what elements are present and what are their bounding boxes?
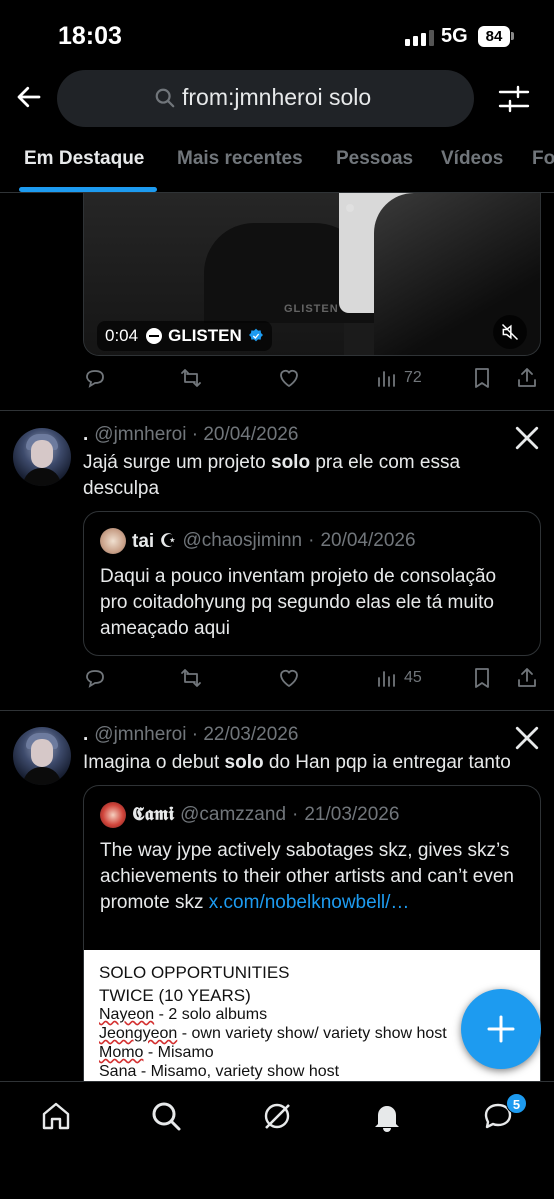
doc-subtitle: TWICE (10 YEARS) bbox=[99, 986, 251, 1005]
plus-icon bbox=[487, 1015, 515, 1043]
bookmark-button[interactable] bbox=[470, 666, 494, 690]
messages-badge: 5 bbox=[506, 1093, 527, 1114]
doc-line: Momo - Misamo bbox=[99, 1044, 214, 1061]
quoted-post-header: tai ☪ @chaosjiminn · 20/04/2026 bbox=[100, 528, 416, 554]
bookmark-icon bbox=[475, 368, 489, 388]
quoted-user-name: 𝕮𝖆𝖒𝖎 bbox=[132, 804, 175, 825]
doc-title: SOLO OPPORTUNITIES bbox=[99, 963, 290, 982]
signal-icon bbox=[405, 30, 434, 46]
quoted-post-text: Daqui a pouco inventam projeto de consol… bbox=[100, 566, 497, 639]
battery-nub bbox=[511, 32, 514, 40]
grok-icon[interactable] bbox=[261, 1100, 293, 1132]
verified-badge-icon bbox=[248, 328, 263, 342]
back-arrow-icon[interactable] bbox=[14, 82, 44, 112]
tab-fotos[interactable]: Fo bbox=[532, 148, 554, 170]
compose-post-button[interactable] bbox=[461, 989, 541, 1069]
post-text: Jajá surge um projeto solo pra ele com e… bbox=[83, 452, 461, 499]
repost-icon bbox=[181, 369, 201, 387]
user-handle[interactable]: @jmnheroi bbox=[94, 724, 186, 745]
avatar[interactable] bbox=[13, 428, 71, 486]
user-handle[interactable]: @jmnheroi bbox=[94, 424, 186, 445]
user-name-dot[interactable]: . bbox=[83, 424, 88, 445]
search-nav-icon[interactable] bbox=[150, 1100, 182, 1132]
battery-icon: 84 bbox=[478, 26, 510, 47]
user-name-dot[interactable]: . bbox=[83, 724, 88, 745]
repost-icon bbox=[181, 669, 201, 687]
muted-speaker-icon bbox=[501, 323, 519, 341]
views-button[interactable]: 45 bbox=[374, 666, 422, 690]
heart-icon bbox=[280, 669, 298, 688]
video-watermark: GLISTEN bbox=[284, 303, 339, 315]
quoted-user-name: tai ☪ bbox=[132, 530, 177, 552]
reply-button[interactable] bbox=[83, 366, 107, 390]
home-icon[interactable] bbox=[40, 1100, 72, 1132]
post-header: . @jmnheroi · 20/04/2026 bbox=[83, 424, 299, 445]
views-icon bbox=[378, 671, 395, 687]
doc-line: Jeongyeon - own variety show/ variety sh… bbox=[99, 1025, 447, 1042]
doc-line: Sana - Misamo, variety show host bbox=[99, 1063, 340, 1080]
quoted-avatar bbox=[100, 802, 126, 828]
share-icon bbox=[518, 668, 536, 687]
quoted-post[interactable]: tai ☪ @chaosjiminn · 20/04/2026 Daqui a … bbox=[83, 511, 541, 656]
video-duration: 0:04 bbox=[105, 326, 139, 345]
quoted-post-date: 21/03/2026 bbox=[304, 804, 400, 825]
views-count: 72 bbox=[404, 369, 422, 386]
post-actions: 45 bbox=[83, 666, 541, 696]
post-date: 20/04/2026 bbox=[203, 424, 299, 445]
bottom-navigation bbox=[0, 1081, 554, 1199]
post-divider bbox=[0, 710, 554, 711]
video-source: GLISTEN bbox=[168, 326, 242, 345]
quoted-user-handle: @camzzand bbox=[180, 804, 287, 825]
share-icon bbox=[518, 368, 536, 387]
post-text: Imagina o debut solo do Han pqp ia entre… bbox=[83, 752, 511, 773]
filter-settings-icon[interactable] bbox=[498, 84, 530, 114]
like-button[interactable] bbox=[277, 666, 301, 690]
quoted-post-text: The way jype actively sabotages skz, giv… bbox=[100, 840, 515, 913]
video-info-badge: 0:04 GLISTEN bbox=[97, 321, 272, 351]
share-button[interactable] bbox=[515, 366, 539, 390]
reply-icon bbox=[86, 370, 104, 388]
search-input[interactable]: from:jmnheroi solo bbox=[182, 84, 371, 111]
status-time: 18:03 bbox=[58, 22, 122, 50]
bookmark-icon bbox=[475, 668, 489, 688]
source-avatar-icon bbox=[146, 328, 163, 344]
post-date: 22/03/2026 bbox=[203, 724, 299, 745]
tab-pessoas[interactable]: Pessoas bbox=[336, 148, 413, 170]
share-button[interactable] bbox=[515, 666, 539, 690]
tab-em-destaque[interactable]: Em Destaque bbox=[24, 148, 144, 170]
views-count: 45 bbox=[404, 669, 422, 686]
post-actions: 72 bbox=[83, 366, 541, 396]
quoted-avatar bbox=[100, 528, 126, 554]
views-button[interactable]: 72 bbox=[374, 366, 422, 390]
quoted-post-link[interactable]: x.com/nobelknowbell/… bbox=[209, 892, 410, 913]
tab-mais-recentes[interactable]: Mais recentes bbox=[177, 148, 303, 170]
x-logo-icon bbox=[515, 426, 539, 450]
search-tabs: Em Destaque Mais recentes Pessoas Vídeos… bbox=[0, 148, 554, 192]
post-header: . @jmnheroi · 22/03/2026 bbox=[83, 724, 299, 745]
heart-icon bbox=[280, 369, 298, 388]
repost-button[interactable] bbox=[179, 666, 203, 690]
reply-icon bbox=[86, 670, 104, 688]
quoted-user-handle: @chaosjiminn bbox=[182, 530, 303, 551]
doc-line: Nayeon - 2 solo albums bbox=[99, 1006, 268, 1023]
bookmark-button[interactable] bbox=[470, 366, 494, 390]
reply-button[interactable] bbox=[83, 666, 107, 690]
quoted-post-header: 𝕮𝖆𝖒𝖎 @camzzand · 21/03/2026 bbox=[100, 802, 399, 828]
views-icon bbox=[378, 371, 395, 387]
tab-videos[interactable]: Vídeos bbox=[441, 148, 503, 170]
repost-button[interactable] bbox=[179, 366, 203, 390]
avatar[interactable] bbox=[13, 727, 71, 785]
mute-button[interactable] bbox=[493, 315, 527, 349]
quoted-post-date: 20/04/2026 bbox=[320, 530, 416, 551]
like-button[interactable] bbox=[277, 366, 301, 390]
video-frame-button bbox=[346, 204, 354, 212]
network-label: 5G bbox=[441, 25, 468, 47]
x-logo-icon bbox=[515, 726, 539, 750]
post-divider bbox=[0, 410, 554, 411]
search-icon bbox=[155, 88, 175, 108]
notifications-icon[interactable] bbox=[371, 1100, 403, 1132]
